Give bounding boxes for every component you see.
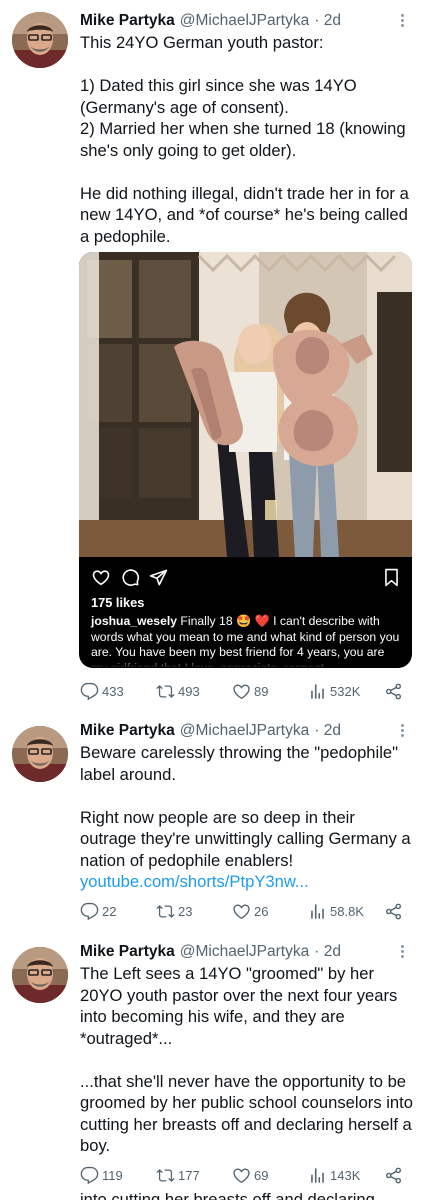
reply-count: 433 bbox=[102, 683, 124, 699]
avatar[interactable] bbox=[12, 726, 68, 782]
bookmark-icon[interactable] bbox=[383, 568, 400, 587]
caption-username[interactable]: joshua_wesely bbox=[91, 614, 177, 628]
more-options-icon[interactable] bbox=[392, 941, 412, 963]
avatar[interactable] bbox=[12, 947, 68, 1003]
like-button[interactable]: 26 bbox=[232, 900, 268, 922]
display-name[interactable]: Mike Partyka bbox=[80, 943, 175, 961]
comment-icon[interactable] bbox=[121, 568, 140, 587]
view-count: 143K bbox=[330, 1167, 361, 1183]
youtube-link[interactable]: youtube.com/shorts/PtpY3nw... bbox=[80, 872, 309, 891]
retweet-count: 177 bbox=[178, 1167, 200, 1183]
retweet-button[interactable]: 493 bbox=[156, 680, 200, 702]
retweet-count: 23 bbox=[178, 903, 193, 919]
send-icon[interactable] bbox=[149, 568, 168, 587]
tweet-actions: 433 493 89 532K bbox=[80, 680, 410, 702]
share-icon bbox=[384, 902, 403, 921]
views-button[interactable]: 143K bbox=[308, 1164, 360, 1186]
share-button[interactable] bbox=[384, 680, 406, 702]
views-button[interactable]: 58.8K bbox=[308, 900, 364, 922]
retweet-icon bbox=[156, 1166, 175, 1185]
tweet-header: Mike Partyka @MichaelJPartyka · 2d bbox=[80, 10, 416, 32]
timestamp[interactable]: · 2d bbox=[314, 12, 341, 30]
like-button[interactable]: 89 bbox=[232, 680, 268, 702]
view-count: 58.8K bbox=[330, 903, 364, 919]
like-count: 26 bbox=[254, 903, 269, 919]
display-name[interactable]: Mike Partyka bbox=[80, 722, 175, 740]
profile-photo bbox=[12, 947, 68, 1003]
reply-icon bbox=[80, 682, 99, 701]
profile-photo bbox=[12, 726, 68, 782]
tweet-header: Mike Partyka @MichaelJPartyka · 2d bbox=[80, 941, 416, 963]
bar-chart-icon bbox=[308, 682, 327, 701]
bar-chart-icon bbox=[308, 902, 327, 921]
reply-icon bbox=[80, 1166, 99, 1185]
user-handle[interactable]: @MichaelJPartyka bbox=[180, 943, 309, 961]
reply-button[interactable]: 119 bbox=[80, 1164, 123, 1186]
more-options-icon[interactable] bbox=[392, 720, 412, 742]
heart-icon[interactable] bbox=[91, 568, 111, 587]
share-button[interactable] bbox=[384, 900, 406, 922]
tweet-text: Beware carelessly throwing the "pedophil… bbox=[80, 743, 411, 891]
heart-outline-icon bbox=[232, 1166, 251, 1185]
reply-count: 22 bbox=[102, 903, 117, 919]
timestamp[interactable]: · 2d bbox=[314, 943, 341, 961]
retweet-button[interactable]: 23 bbox=[156, 900, 192, 922]
reply-button[interactable]: 22 bbox=[80, 900, 116, 922]
like-count: 89 bbox=[254, 683, 269, 699]
retweet-icon bbox=[156, 682, 175, 701]
views-button[interactable]: 532K bbox=[308, 680, 360, 702]
next-tweet-peek-text: into cutting her breasts off and declari… bbox=[80, 1190, 375, 1200]
avatar[interactable] bbox=[12, 12, 68, 68]
profile-photo bbox=[12, 12, 68, 68]
reply-count: 119 bbox=[102, 1167, 123, 1183]
display-name[interactable]: Mike Partyka bbox=[80, 12, 175, 30]
share-icon bbox=[384, 1166, 403, 1185]
tweet-header: Mike Partyka @MichaelJPartyka · 2d bbox=[80, 720, 416, 742]
timestamp[interactable]: · 2d bbox=[314, 722, 341, 740]
retweet-button[interactable]: 177 bbox=[156, 1164, 200, 1186]
instagram-post-footer: 175 likes joshua_wesely Finally 18 🤩 ❤️ … bbox=[79, 557, 412, 668]
heart-outline-icon bbox=[232, 682, 251, 701]
view-count: 532K bbox=[330, 683, 361, 699]
user-handle[interactable]: @MichaelJPartyka bbox=[180, 722, 309, 740]
like-count: 69 bbox=[254, 1167, 269, 1183]
share-icon bbox=[384, 682, 403, 701]
heart-outline-icon bbox=[232, 902, 251, 921]
reply-icon bbox=[80, 902, 99, 921]
instagram-embed[interactable]: 175 likes joshua_wesely Finally 18 🤩 ❤️ … bbox=[79, 252, 412, 668]
couple-photo bbox=[79, 252, 412, 557]
tweet-text: This 24YO German youth pastor: 1) Dated … bbox=[80, 33, 409, 246]
retweet-count: 493 bbox=[178, 683, 200, 699]
like-button[interactable]: 69 bbox=[232, 1164, 268, 1186]
user-handle[interactable]: @MichaelJPartyka bbox=[180, 12, 309, 30]
more-options-icon[interactable] bbox=[392, 10, 412, 32]
instagram-like-count: 175 likes bbox=[91, 595, 145, 610]
share-button[interactable] bbox=[384, 1164, 406, 1186]
tweet-actions: 22 23 26 58.8K bbox=[80, 900, 410, 922]
reply-button[interactable]: 433 bbox=[80, 680, 124, 702]
tweet-actions: 119 177 69 143K bbox=[80, 1164, 410, 1186]
instagram-action-bar bbox=[91, 566, 400, 588]
bar-chart-icon bbox=[308, 1166, 327, 1185]
retweet-icon bbox=[156, 902, 175, 921]
tweet-text: The Left sees a 14YO "groomed" by her 20… bbox=[80, 964, 413, 1155]
